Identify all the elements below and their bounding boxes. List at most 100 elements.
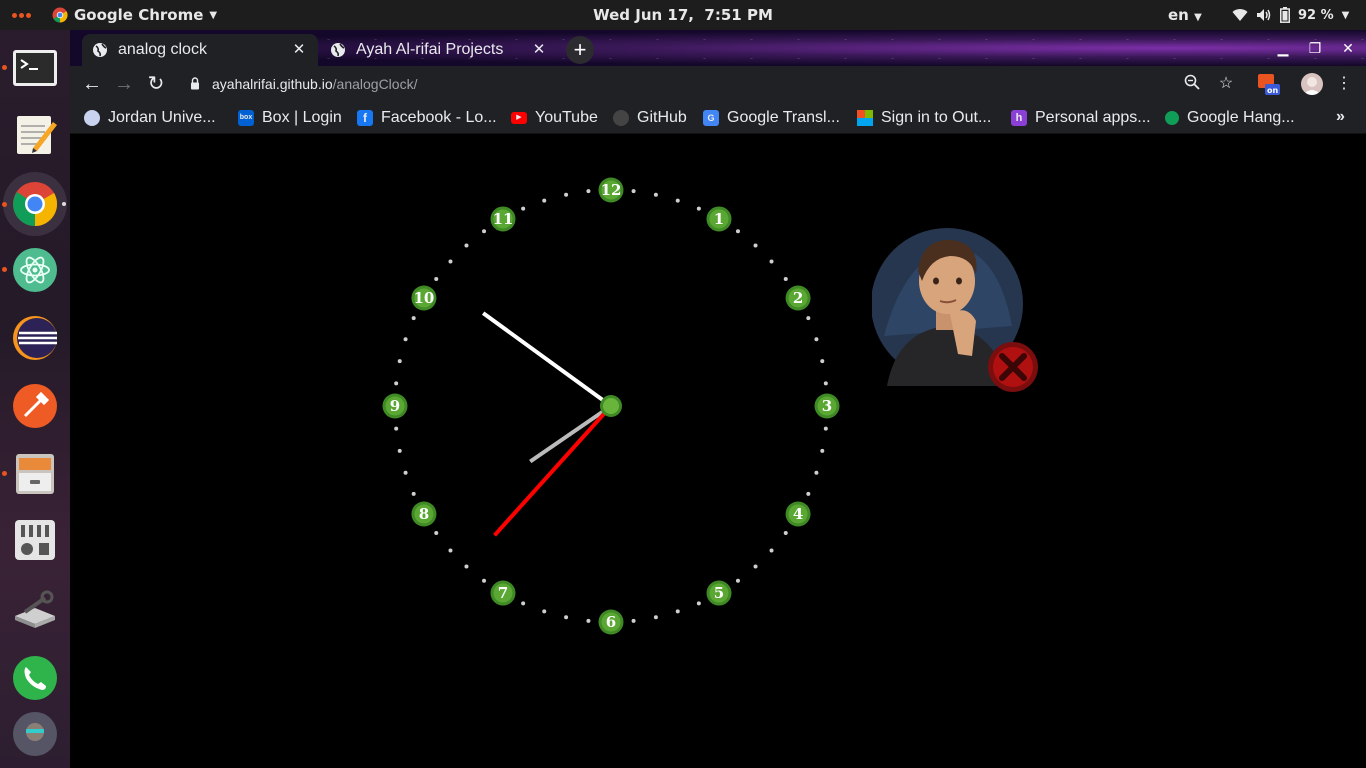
browser-toolbar: ← → ↻ ayahalrifai.github.io/analogClock/…: [70, 66, 1366, 102]
tab-strip: analog clock ✕ Ayah Al-rifai Projects ✕ …: [70, 30, 1366, 66]
hour-marker: 5: [706, 580, 732, 606]
dock-postman[interactable]: [11, 382, 59, 430]
dock-system-tools[interactable]: [11, 586, 59, 634]
postman-icon: [13, 384, 57, 428]
minute-tick: [783, 530, 788, 535]
url-text: ayahalrifai.github.io/analogClock/: [212, 76, 417, 92]
menu-button[interactable]: ⋮: [1334, 74, 1354, 94]
hour-marker: 6: [598, 609, 624, 635]
new-tab-button[interactable]: +: [566, 36, 594, 64]
restore-icon: ❐: [1308, 40, 1322, 56]
bookmark-item[interactable]: h Personal apps...: [1011, 108, 1151, 128]
kebab-menu-icon: ⋮: [1336, 75, 1352, 92]
bookmark-label: Box | Login: [262, 109, 342, 126]
dock-text-editor[interactable]: [11, 110, 59, 158]
minute-tick: [403, 470, 408, 475]
close-badge[interactable]: [988, 342, 1038, 392]
activities-button[interactable]: [0, 0, 56, 30]
language-label: en: [1168, 6, 1189, 24]
plus-icon: +: [573, 37, 587, 62]
tab-analog-clock[interactable]: analog clock ✕: [82, 34, 318, 66]
globe-icon: [331, 43, 345, 57]
system-tray[interactable]: 92 % ▼: [1232, 0, 1349, 30]
minimize-button[interactable]: ▁: [1273, 38, 1293, 58]
minute-tick: [434, 277, 439, 282]
hour-numeral: 11: [493, 210, 514, 228]
minute-tick: [542, 609, 547, 614]
address-bar[interactable]: ayahalrifai.github.io/analogClock/ ☆: [178, 69, 1292, 99]
hour-marker: 4: [785, 501, 811, 527]
dock-eclipse[interactable]: [11, 314, 59, 362]
bookmark-item[interactable]: Sign in to Out...: [857, 108, 991, 128]
more-bookmarks-button[interactable]: »: [1336, 108, 1345, 126]
tab-ayah-projects[interactable]: Ayah Al-rifai Projects ✕: [320, 34, 558, 66]
profile-avatar[interactable]: [1301, 73, 1323, 95]
dock-atom[interactable]: [2, 246, 59, 294]
zoom-icon[interactable]: [1182, 74, 1202, 94]
minute-tick: [403, 337, 408, 342]
profile-avatar-image[interactable]: [871, 226, 1042, 396]
bookmark-item[interactable]: box Box | Login: [238, 108, 342, 128]
facebook-icon: f: [357, 110, 373, 126]
phone-icon: [13, 656, 57, 700]
bookmark-item[interactable]: ▶ YouTube: [511, 108, 598, 128]
hour-marker: 12: [598, 177, 624, 203]
dock-user-avatar[interactable]: [11, 710, 59, 758]
bookmark-label: GitHub: [637, 109, 687, 126]
extension-icon[interactable]: on: [1258, 74, 1280, 95]
university-icon: [84, 110, 100, 126]
minute-tick: [586, 618, 591, 623]
back-button[interactable]: ←: [80, 72, 104, 96]
hour-marker: 8: [411, 501, 437, 527]
hour-numeral: 2: [793, 289, 803, 307]
close-icon[interactable]: ✕: [530, 41, 548, 59]
bookmark-item[interactable]: GitHub: [613, 108, 687, 128]
dock-whatsapp[interactable]: [11, 654, 59, 702]
activities-dot-icon: [26, 13, 31, 18]
minute-tick: [769, 259, 774, 264]
profile-icon: [1303, 77, 1321, 95]
activities-dot-icon: [19, 13, 24, 18]
minute-tick: [464, 243, 469, 248]
microsoft-icon: [857, 110, 873, 126]
close-window-button[interactable]: ✕: [1338, 38, 1358, 58]
forward-button[interactable]: →: [112, 72, 136, 96]
dock-chrome[interactable]: [2, 172, 67, 236]
tab-title: Ayah Al-rifai Projects: [356, 41, 504, 58]
bookmark-label: Jordan Unive...: [108, 109, 216, 126]
github-icon: [613, 110, 629, 126]
chrome-icon: [13, 182, 58, 227]
bookmark-item[interactable]: Jordan Unive...: [84, 108, 216, 128]
maximize-button[interactable]: ❐: [1305, 38, 1325, 58]
date-time[interactable]: Wed Jun 17, 7:51 PM: [593, 6, 773, 24]
bookmark-item[interactable]: Google Hang...: [1165, 108, 1295, 128]
dock-terminal[interactable]: [2, 44, 59, 92]
dock-mixer[interactable]: [11, 516, 59, 564]
close-icon: ✕: [1342, 40, 1354, 56]
hour-marker: 2: [785, 285, 811, 311]
minimize-icon: ▁: [1277, 40, 1289, 56]
minute-tick: [521, 206, 526, 211]
globe-icon: [93, 43, 107, 57]
minute-tick: [735, 229, 740, 234]
chevron-down-icon: ▼: [1194, 12, 1202, 23]
minute-tick: [696, 206, 701, 211]
app-menu[interactable]: Google Chrome ▼: [52, 0, 217, 30]
bookmark-star-icon[interactable]: ☆: [1216, 74, 1236, 94]
bookmark-item[interactable]: G Google Transl...: [703, 108, 840, 128]
language-indicator[interactable]: en ▼: [1168, 0, 1202, 30]
bookmark-item[interactable]: f Facebook - Lo...: [357, 108, 497, 128]
minute-tick: [411, 316, 416, 321]
close-icon[interactable]: ✕: [290, 41, 308, 59]
reload-button[interactable]: ↻: [144, 72, 168, 96]
url-path: /analogClock/: [332, 76, 418, 92]
minute-tick: [814, 470, 819, 475]
focus-indicator: [62, 202, 66, 206]
dock-file-cabinet[interactable]: [2, 450, 59, 498]
chevron-double-right-icon: »: [1336, 108, 1345, 125]
minute-hand: [481, 311, 613, 408]
hour-numeral: 4: [793, 505, 803, 523]
volume-icon: [1257, 9, 1271, 21]
minute-tick: [542, 198, 547, 203]
minute-tick: [823, 426, 828, 431]
